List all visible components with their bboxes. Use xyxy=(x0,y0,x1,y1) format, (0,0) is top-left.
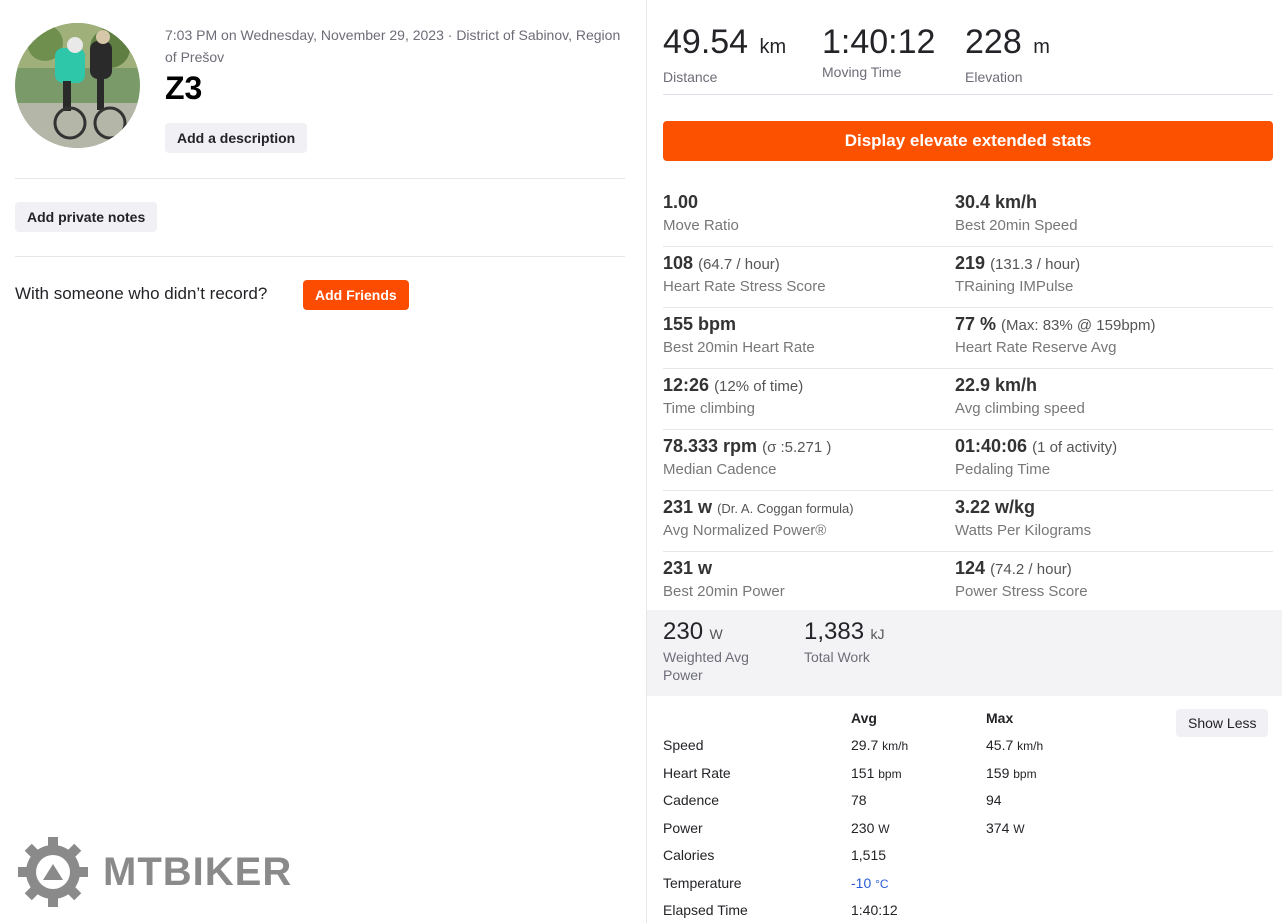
elevate-stats-button[interactable]: Display elevate extended stats xyxy=(663,121,1273,161)
stats-row: 231 w (Dr. A. Coggan formula) Avg Normal… xyxy=(663,491,1273,552)
table-row: Speed 29.7 km/h 45.7 km/h xyxy=(663,737,1044,753)
stats-row: 155 bpm Best 20min Heart Rate 77 % (Max:… xyxy=(663,308,1273,369)
stats-row: 78.333 rpm (σ :5.271 ) Median Cadence 01… xyxy=(663,430,1273,491)
stat-hrr: 77 % (Max: 83% @ 159bpm) Heart Rate Rese… xyxy=(955,314,1156,356)
add-private-notes-button[interactable]: Add private notes xyxy=(15,202,158,232)
table-header: Avg Max xyxy=(663,710,1273,730)
activity-panel: 7:03 PM on Wednesday, November 29, 2023 … xyxy=(0,0,646,923)
table-row: Temperature -10 °C xyxy=(663,875,889,891)
stat-time-climbing: 12:26 (12% of time) Time climbing xyxy=(663,375,804,417)
table-row: Calories 1,515 xyxy=(663,847,887,863)
gear-icon xyxy=(18,837,88,907)
power-summary: 230 W Weighted Avg Power 1,383 kJ Total … xyxy=(647,610,1282,696)
divider xyxy=(15,256,625,257)
top-stats: 49.54 km Distance 1:40:12 Moving Time 22… xyxy=(663,22,1273,95)
stat-median-cadence: 78.333 rpm (σ :5.271 ) Median Cadence xyxy=(663,436,832,478)
stats-panel: 49.54 km Distance 1:40:12 Moving Time 22… xyxy=(646,0,1282,923)
stat-power-stress-score: 124 (74.2 / hour) Power Stress Score xyxy=(955,558,1088,600)
table-row: Elapsed Time 1:40:12 xyxy=(663,902,898,918)
stats-row: 231 w Best 20min Power 124 (74.2 / hour)… xyxy=(663,552,1273,612)
cyclist-photo xyxy=(15,23,140,148)
watermark-text: MTBIKER xyxy=(103,849,293,894)
stat-elevation: 228 m Elevation xyxy=(965,23,1050,85)
activity-title[interactable]: Z3 xyxy=(165,70,202,107)
stats-row: 108 (64.7 / hour) Heart Rate Stress Scor… xyxy=(663,247,1273,308)
stat-best20-hr: 155 bpm Best 20min Heart Rate xyxy=(663,314,815,356)
stats-row: 1.00 Move Ratio 30.4 km/h Best 20min Spe… xyxy=(663,186,1273,247)
table-row: Cadence 78 94 xyxy=(663,792,1002,808)
stat-avg-climbing-speed: 22.9 km/h Avg climbing speed xyxy=(955,375,1085,417)
stat-total-work: 1,383 kJ Total Work xyxy=(804,618,885,665)
table-row: Power 230 W 374 W xyxy=(663,820,1025,836)
add-friends-button[interactable]: Add Friends xyxy=(303,280,409,310)
stat-pedaling-time: 01:40:06 (1 of activity) Pedaling Time xyxy=(955,436,1118,478)
stat-normalized-power: 231 w (Dr. A. Coggan formula) Avg Normal… xyxy=(663,497,854,539)
stat-watts-per-kg: 3.22 w/kg Watts Per Kilograms xyxy=(955,497,1092,539)
add-description-button[interactable]: Add a description xyxy=(165,123,308,153)
stats-row: 12:26 (12% of time) Time climbing 22.9 k… xyxy=(663,369,1273,430)
stat-hrss: 108 (64.7 / hour) Heart Rate Stress Scor… xyxy=(663,253,826,295)
athlete-avatar[interactable] xyxy=(15,23,140,148)
stat-distance: 49.54 km Distance xyxy=(663,23,787,85)
watermark-logo: MTBIKER xyxy=(17,836,292,908)
stat-move-ratio: 1.00 Move Ratio xyxy=(663,192,739,234)
stat-trimp: 219 (131.3 / hour) TRaining IMPulse xyxy=(955,253,1081,295)
stat-best20-speed: 30.4 km/h Best 20min Speed xyxy=(955,192,1078,234)
column-header-avg: Avg xyxy=(851,710,877,726)
stat-best20-power: 231 w Best 20min Power xyxy=(663,558,785,600)
stat-moving-time: 1:40:12 Moving Time xyxy=(822,23,936,80)
column-header-max: Max xyxy=(986,710,1014,726)
table-row: Heart Rate 151 bpm 159 bpm xyxy=(663,765,1037,781)
stat-weighted-avg-power: 230 W Weighted Avg Power xyxy=(663,618,749,683)
activity-meta: 7:03 PM on Wednesday, November 29, 2023 … xyxy=(165,27,621,65)
divider xyxy=(15,178,625,179)
extended-stats-grid: 1.00 Move Ratio 30.4 km/h Best 20min Spe… xyxy=(663,186,1273,612)
with-someone-text: With someone who didn’t record? xyxy=(15,284,268,303)
